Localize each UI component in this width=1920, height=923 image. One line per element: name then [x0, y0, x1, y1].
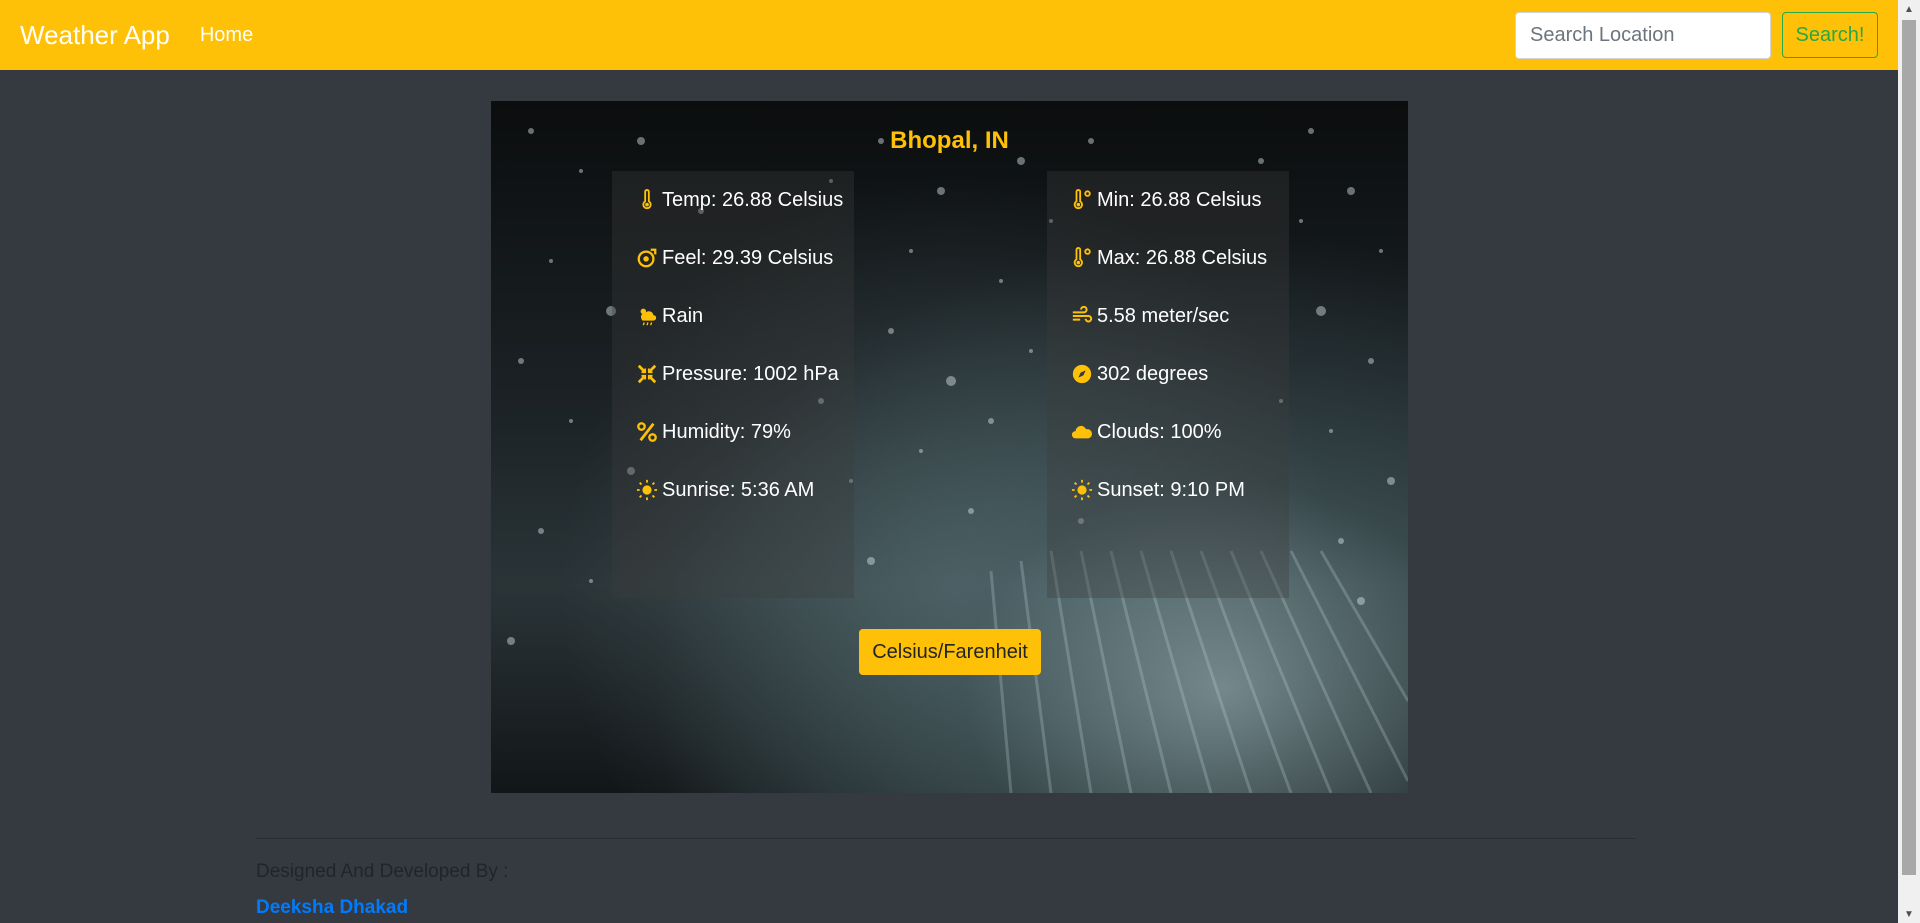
search-input[interactable]: Search Location [1515, 11, 1771, 59]
search-form: Search Location Search! [1515, 11, 1878, 59]
scroll-up-arrow-icon[interactable]: ▲ [1898, 0, 1920, 18]
max-temp-text: Max: 26.88 Celsius [1097, 246, 1268, 269]
weather-details-right: Min: 26.88 Celsius Max: 26.88 Celsius 5.… [1047, 171, 1289, 598]
wind-direction-row: 302 degrees [1071, 359, 1208, 389]
feel-row: Feel: 29.39 Celsius [636, 243, 833, 273]
scroll-down-arrow-icon[interactable]: ▼ [1898, 905, 1920, 923]
wind-speed-text: 5.58 meter/sec [1097, 304, 1230, 327]
sunrise-text: Sunrise: 5:36 AM [662, 478, 815, 501]
cloud-rain-sun-icon [640, 308, 657, 326]
sunset-text: Sunset: 9:10 PM [1097, 478, 1245, 501]
wind-speed-row: 5.58 meter/sec [1071, 301, 1229, 331]
pressure-text: Pressure: 1002 hPa [662, 362, 839, 385]
footer-author-link[interactable]: Deeksha Dhakad [256, 897, 408, 919]
percent-icon [637, 422, 657, 442]
sun-icon [1071, 479, 1093, 501]
weather-card: Bhopal, IN Temp: 26.88 Celsius Feel: 29.… [491, 101, 1408, 793]
wind-icon [1072, 305, 1093, 323]
min-temp-row: Min: 26.88 Celsius [1071, 185, 1262, 215]
clouds-row: Clouds: 100% [1071, 417, 1222, 447]
thermometer-degree-icon [1073, 189, 1091, 210]
footer-divider [256, 838, 1636, 839]
condition-row: Rain [636, 301, 703, 331]
cloud-icon [1071, 425, 1092, 439]
thermometer-icon [642, 189, 652, 210]
navbar: Weather App Home Search Location Search! [0, 0, 1898, 70]
wind-direction-text: 302 degrees [1097, 362, 1209, 385]
feels-like-icon [637, 248, 657, 268]
max-temp-row: Max: 26.88 Celsius [1071, 243, 1267, 273]
temp-text: Temp: 26.88 Celsius [662, 188, 844, 211]
unit-toggle-button[interactable]: Celsius/Farenheit [859, 629, 1041, 675]
footer-credit-label: Designed And Developed By : [256, 861, 509, 882]
thermometer-degree-icon [1073, 247, 1091, 268]
humidity-row: Humidity: 79% [636, 417, 791, 447]
location-title: Bhopal, IN [890, 127, 1009, 154]
condition-text: Rain [662, 304, 704, 327]
pressure-row: Pressure: 1002 hPa [636, 359, 839, 389]
compass-icon [1072, 364, 1092, 384]
temp-row: Temp: 26.88 Celsius [636, 185, 843, 215]
nav-home-link[interactable]: Home [200, 24, 253, 47]
weather-details-left: Temp: 26.88 Celsius Feel: 29.39 Celsius … [612, 171, 854, 598]
search-button[interactable]: Search! [1782, 12, 1878, 58]
clouds-text: Clouds: 100% [1097, 420, 1222, 443]
min-temp-text: Min: 26.88 Celsius [1097, 188, 1262, 211]
feel-text: Feel: 29.39 Celsius [662, 246, 834, 269]
pressure-icon [637, 364, 657, 384]
sunrise-row: Sunrise: 5:36 AM [636, 475, 814, 505]
page-scrollbar[interactable]: ▲ ▼ [1898, 0, 1920, 923]
sun-icon [636, 479, 658, 501]
sunset-row: Sunset: 9:10 PM [1071, 475, 1245, 505]
humidity-text: Humidity: 79% [662, 420, 791, 443]
scroll-thumb[interactable] [1902, 20, 1916, 875]
brand-logo[interactable]: Weather App [20, 20, 170, 51]
